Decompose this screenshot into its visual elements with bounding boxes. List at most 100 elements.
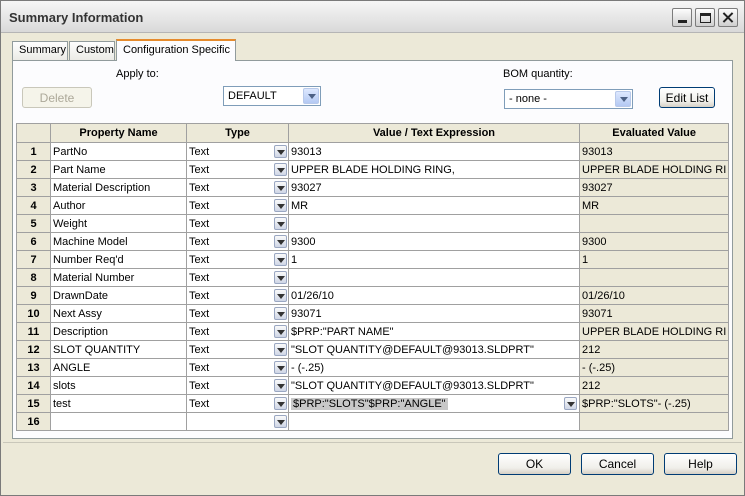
close-button[interactable]	[718, 8, 738, 27]
value-expression-cell[interactable]: MR	[288, 196, 580, 215]
row-number[interactable]: 7	[16, 250, 51, 269]
chevron-down-icon[interactable]	[274, 163, 287, 176]
type-cell[interactable]: Text	[186, 376, 289, 395]
value-expression-cell[interactable]: 01/26/10	[288, 286, 580, 305]
property-name-cell[interactable]: Author	[50, 196, 187, 215]
row-number[interactable]: 9	[16, 286, 51, 305]
table-row[interactable]: 8 Material Number Text	[16, 268, 730, 287]
tab-summary[interactable]: Summary	[12, 41, 68, 60]
header-property-name[interactable]: Property Name	[50, 123, 187, 143]
row-number[interactable]: 1	[16, 142, 51, 161]
type-cell[interactable]: Text	[186, 250, 289, 269]
row-number[interactable]: 5	[16, 214, 51, 233]
value-expression-cell[interactable]: "SLOT QUANTITY@DEFAULT@93013.SLDPRT"	[288, 376, 580, 395]
value-expression-cell[interactable]: 9300	[288, 232, 580, 251]
chevron-down-icon[interactable]	[274, 235, 287, 248]
table-row[interactable]: 14 slots Text "SLOT QUANTITY@DEFAULT@93013.…	[16, 376, 730, 395]
type-cell[interactable]: Text	[186, 394, 289, 413]
property-name-cell[interactable]: Number Req'd	[50, 250, 187, 269]
property-name-cell[interactable]: Weight	[50, 214, 187, 233]
type-cell[interactable]: Text	[186, 142, 289, 161]
help-button[interactable]: Help	[664, 453, 737, 475]
row-number[interactable]: 6	[16, 232, 51, 251]
type-cell[interactable]: Text	[186, 178, 289, 197]
value-expression-cell[interactable]: 93071	[288, 304, 580, 323]
row-number[interactable]: 12	[16, 340, 51, 359]
table-row[interactable]: 13 ANGLE Text - (-.25) - (-.25)	[16, 358, 730, 377]
type-cell[interactable]: Text	[186, 322, 289, 341]
type-cell[interactable]: Text	[186, 196, 289, 215]
table-row[interactable]: 10 Next Assy Text 93071 93071	[16, 304, 730, 323]
property-name-cell[interactable]: Material Number	[50, 268, 187, 287]
row-number[interactable]: 15	[16, 394, 51, 413]
type-cell[interactable]: Text	[186, 232, 289, 251]
bom-quantity-select[interactable]: - none -	[504, 89, 633, 109]
chevron-down-icon[interactable]	[303, 88, 319, 104]
value-expression-cell[interactable]	[288, 268, 580, 287]
property-name-cell[interactable]: Next Assy	[50, 304, 187, 323]
property-name-cell[interactable]: slots	[50, 376, 187, 395]
row-number[interactable]: 11	[16, 322, 51, 341]
property-name-cell[interactable]: Part Name	[50, 160, 187, 179]
property-name-cell[interactable]: Material Description	[50, 178, 187, 197]
type-cell[interactable]	[186, 412, 289, 431]
value-expression-selected[interactable]: $PRP:"SLOTS"$PRP:"ANGLE"	[291, 397, 448, 410]
ok-button[interactable]: OK	[498, 453, 571, 475]
chevron-down-icon[interactable]	[274, 379, 287, 392]
property-name-cell[interactable]	[50, 412, 187, 431]
value-expression-cell[interactable]	[288, 214, 580, 233]
value-expression-cell[interactable]	[288, 412, 580, 431]
tab-custom[interactable]: Custom	[69, 41, 115, 60]
table-row[interactable]: 1 PartNo Text 93013 93013	[16, 142, 730, 161]
apply-to-select[interactable]: DEFAULT	[223, 86, 321, 106]
maximize-button[interactable]	[695, 8, 715, 27]
chevron-down-icon[interactable]	[615, 91, 631, 107]
type-cell[interactable]: Text	[186, 304, 289, 323]
table-row[interactable]: 2 Part Name Text UPPER BLADE HOLDING RING, U…	[16, 160, 730, 179]
value-expression-cell[interactable]: 93027	[288, 178, 580, 197]
row-number[interactable]: 14	[16, 376, 51, 395]
table-row[interactable]: 11 Description Text $PRP:"PART NAME" UPPER B…	[16, 322, 730, 341]
chevron-down-icon[interactable]	[274, 253, 287, 266]
property-name-cell[interactable]: DrawnDate	[50, 286, 187, 305]
title-bar[interactable]: Summary Information	[1, 1, 744, 33]
header-value-expression[interactable]: Value / Text Expression	[288, 123, 580, 143]
value-expression-editor[interactable]: $PRP:"SLOTS"$PRP:"ANGLE"	[288, 394, 580, 413]
chevron-down-icon[interactable]	[274, 325, 287, 338]
row-number[interactable]: 8	[16, 268, 51, 287]
delete-button[interactable]: Delete	[22, 87, 92, 108]
table-row[interactable]: 4 Author Text MR MR	[16, 196, 730, 215]
chevron-down-icon[interactable]	[564, 397, 577, 410]
table-row[interactable]: 16	[16, 412, 730, 431]
property-name-cell[interactable]: SLOT QUANTITY	[50, 340, 187, 359]
row-number[interactable]: 2	[16, 160, 51, 179]
header-type[interactable]: Type	[186, 123, 289, 143]
value-expression-cell[interactable]: UPPER BLADE HOLDING RING,	[288, 160, 580, 179]
value-expression-cell[interactable]: 93013	[288, 142, 580, 161]
type-cell[interactable]: Text	[186, 286, 289, 305]
chevron-down-icon[interactable]	[274, 415, 287, 428]
property-name-cell[interactable]: Description	[50, 322, 187, 341]
property-name-cell[interactable]: PartNo	[50, 142, 187, 161]
header-evaluated-value[interactable]: Evaluated Value	[578, 123, 730, 143]
row-number[interactable]: 3	[16, 178, 51, 197]
chevron-down-icon[interactable]	[274, 361, 287, 374]
type-cell[interactable]: Text	[186, 358, 289, 377]
chevron-down-icon[interactable]	[274, 181, 287, 194]
tab-configuration-specific[interactable]: Configuration Specific	[116, 39, 236, 61]
chevron-down-icon[interactable]	[274, 289, 287, 302]
value-expression-cell[interactable]: 1	[288, 250, 580, 269]
row-number[interactable]: 10	[16, 304, 51, 323]
chevron-down-icon[interactable]	[274, 307, 287, 320]
table-row[interactable]: 7 Number Req'd Text 1 1	[16, 250, 730, 269]
property-name-cell[interactable]: Machine Model	[50, 232, 187, 251]
type-cell[interactable]: Text	[186, 340, 289, 359]
value-expression-cell[interactable]: - (-.25)	[288, 358, 580, 377]
chevron-down-icon[interactable]	[274, 217, 287, 230]
table-row[interactable]: 15 test Text $PRP:"SLOTS"$PRP:"ANGLE" $PRP:"…	[16, 394, 730, 413]
minimize-button[interactable]	[672, 8, 692, 27]
value-expression-cell[interactable]: $PRP:"PART NAME"	[288, 322, 580, 341]
table-row[interactable]: 9 DrawnDate Text 01/26/10 01/26/10	[16, 286, 730, 305]
chevron-down-icon[interactable]	[274, 343, 287, 356]
row-number[interactable]: 4	[16, 196, 51, 215]
